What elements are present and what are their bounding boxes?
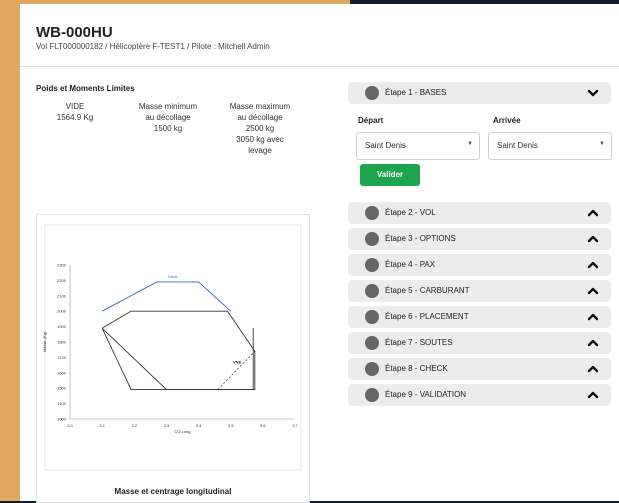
departure-label: Départ [358, 116, 384, 125]
validate-button[interactable]: Valider [360, 164, 420, 186]
step-8-status-icon [365, 362, 379, 376]
step-4-header[interactable]: Étape 4 - PAX [348, 254, 611, 276]
departure-select-value: Saint Denis [365, 141, 406, 150]
step-4-label: Étape 4 - PAX [385, 260, 436, 269]
y-tick-label: 2300 [57, 263, 67, 268]
x-tick-label: 3.1 [99, 423, 105, 428]
max-takeoff-label-2: au décollage [237, 113, 283, 122]
chevron-up-icon[interactable] [587, 363, 599, 375]
arrival-label: Arrivée [493, 116, 521, 125]
chart-series-1 [101, 281, 232, 312]
min-takeoff-column: Masse minimum au décollage 1500 kg [128, 101, 208, 134]
step-7-status-icon [365, 336, 379, 350]
max-takeoff-value-1: 2500 kg [245, 124, 275, 133]
background-strip-left [0, 0, 20, 501]
x-tick-label: 3.5 [228, 423, 234, 428]
step-4-status-icon [365, 258, 379, 272]
x-tick-label: 3.7 [292, 423, 298, 428]
step-1-status-icon [365, 86, 379, 100]
y-tick-label: 2100 [57, 293, 67, 298]
max-takeoff-label-1: Masse maximum [229, 102, 291, 111]
chevron-up-icon[interactable] [587, 311, 599, 323]
step-8-label: Étape 8 - CHECK [385, 364, 448, 373]
vne-dashed-line [217, 350, 256, 390]
chevron-up-icon[interactable] [587, 259, 599, 271]
weight-balance-page: WB-000HU Vol FLT000000182 / Hélicoptère … [20, 4, 619, 503]
chart-frame [44, 224, 302, 471]
mass-balance-chart-svg: 1000 1100 1500 1600 1700 1800 1900 2000 2100 2200… [42, 224, 302, 471]
step-1-header[interactable]: Étape 1 - BASES [348, 82, 611, 104]
step-3-label: Étape 3 - OPTIONS [385, 234, 456, 243]
max-takeoff-column: Masse maximum au décollage 2500 kg 3050 … [220, 101, 300, 156]
chart-series-3 [101, 327, 254, 390]
empty-weight-label: VIDE [65, 102, 85, 111]
step-6-header[interactable]: Étape 6 - PLACEMENT [348, 306, 611, 328]
page-header: WB-000HU Vol FLT000000182 / Hélicoptère … [20, 4, 619, 67]
annotation-vne: VNE [233, 360, 242, 365]
step-5-status-icon [365, 284, 379, 298]
step-7-label: Étape 7 - SOUTES [385, 338, 453, 347]
y-axis-label: Masse (Kg) [42, 331, 47, 352]
empty-weight-value: 1564.9 Kg [56, 113, 94, 122]
step-9-header[interactable]: Étape 9 - VALIDATION [348, 384, 611, 406]
chevron-up-icon[interactable] [587, 233, 599, 245]
step-1-body: Départ Arrivée Saint Denis ▼ Saint Denis… [348, 106, 612, 198]
step-2-status-icon [365, 206, 379, 220]
step-6-label: Étape 6 - PLACEMENT [385, 312, 469, 321]
min-takeoff-value: 1500 kg [153, 124, 183, 133]
page-subtitle: Vol FLT000000182 / Hélicoptère F-TEST1 /… [36, 42, 270, 51]
select-caret-icon: ▼ [599, 141, 605, 147]
y-tick-label: 1100 [57, 401, 66, 406]
x-tick-label: 3.3 [164, 423, 170, 428]
y-tick-label: 1000 [57, 417, 67, 422]
y-tick-label: 1800 [57, 340, 67, 345]
departure-select[interactable]: Saint Denis ▼ [356, 132, 480, 160]
step-2-label: Étape 2 - VOL [385, 208, 436, 217]
x-axis-label: CG Long [174, 429, 190, 434]
min-takeoff-label-2: au décollage [145, 113, 191, 122]
chevron-up-icon[interactable] [587, 337, 599, 349]
step-5-header[interactable]: Étape 5 - CARBURANT [348, 280, 611, 302]
step-3-header[interactable]: Étape 3 - OPTIONS [348, 228, 611, 250]
mass-balance-chart: 1000 1100 1500 1600 1700 1800 1900 2000 2100 2200… [36, 214, 310, 503]
chevron-down-icon[interactable] [587, 87, 599, 99]
y-tick-label: 1600 [57, 370, 67, 375]
chart-caption: Masse et centrage longitudinal [114, 487, 232, 496]
chevron-up-icon[interactable] [587, 207, 599, 219]
step-1-label: Étape 1 - BASES [385, 88, 447, 97]
step-3-status-icon [365, 232, 379, 246]
select-caret-icon: ▼ [467, 141, 473, 147]
y-tick-label: 1500 [57, 386, 67, 391]
annotation-hook: Hook [168, 274, 177, 279]
step-5-label: Étape 5 - CARBURANT [385, 286, 470, 295]
step-9-status-icon [365, 388, 379, 402]
arrival-select[interactable]: Saint Denis ▼ [488, 132, 612, 160]
min-takeoff-label-1: Masse minimum [138, 102, 198, 111]
chevron-up-icon[interactable] [587, 285, 599, 297]
step-7-header[interactable]: Étape 7 - SOUTES [348, 332, 611, 354]
step-6-status-icon [365, 310, 379, 324]
max-takeoff-value-2: 3050 kg avec [236, 135, 284, 144]
chevron-up-icon[interactable] [587, 389, 599, 401]
x-tick-label: 3.2 [132, 423, 138, 428]
arrival-select-value: Saint Denis [497, 141, 538, 150]
empty-weight-column: VIDE 1564.9 Kg [50, 101, 100, 123]
y-tick-label: 2000 [57, 309, 67, 314]
weights-section-title: Poids et Moments Limites [36, 84, 135, 93]
y-tick-label: 2200 [57, 278, 67, 283]
page-title: WB-000HU [36, 24, 113, 41]
x-tick-label: 3.4 [196, 423, 202, 428]
step-8-header[interactable]: Étape 8 - CHECK [348, 358, 611, 380]
step-2-header[interactable]: Étape 2 - VOL [348, 202, 611, 224]
y-tick-label: 1700 [57, 355, 67, 360]
x-tick-label: 3.0 [67, 423, 73, 428]
max-takeoff-value-3: levage [248, 146, 272, 155]
x-tick-label: 3.6 [260, 423, 266, 428]
step-9-label: Étape 9 - VALIDATION [385, 390, 467, 399]
y-tick-label: 1900 [57, 324, 67, 329]
